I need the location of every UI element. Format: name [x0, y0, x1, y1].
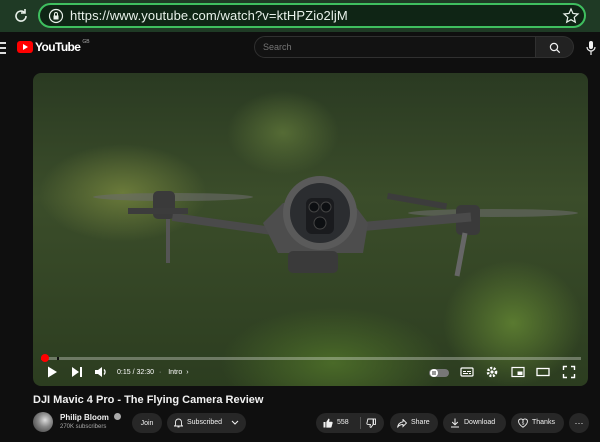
subscribed-label: Subscribed — [187, 419, 223, 426]
channel-name[interactable]: Philip Bloom — [60, 413, 109, 422]
address-bar[interactable]: https://www.youtube.com/watch?v=ktHPZio2… — [38, 3, 586, 28]
more-actions-button[interactable]: ··· — [569, 413, 589, 433]
time-display: 0:15 / 32:30 · Intro › — [117, 369, 189, 376]
share-button[interactable]: Share — [390, 413, 438, 433]
time-text: 0:15 / 32:30 — [117, 369, 154, 376]
thanks-button[interactable]: $ Thanks — [511, 413, 564, 433]
chevron-down-icon — [231, 420, 239, 425]
player-controls: 0:15 / 32:30 · Intro › — [33, 361, 588, 386]
region-code: GB — [82, 39, 90, 45]
settings-gear-icon[interactable] — [485, 365, 499, 379]
search-button[interactable] — [536, 36, 574, 58]
download-label: Download — [464, 419, 496, 426]
like-dislike-group: 558 — [316, 413, 384, 433]
download-icon — [451, 418, 459, 428]
subscribed-button[interactable]: Subscribed — [167, 413, 246, 433]
browser-toolbar: https://www.youtube.com/watch?v=ktHPZio2… — [0, 0, 600, 32]
next-icon[interactable] — [70, 365, 84, 379]
chapter-divider — [57, 357, 60, 360]
more-icon: ··· — [574, 418, 584, 428]
progress-bar[interactable] — [41, 354, 581, 362]
verified-icon — [114, 413, 122, 421]
theater-mode-icon[interactable] — [536, 365, 550, 379]
site-info-icon[interactable] — [48, 8, 64, 24]
reload-icon[interactable] — [12, 7, 30, 25]
play-icon[interactable] — [45, 365, 59, 379]
search-box[interactable] — [254, 36, 536, 58]
bookmark-star-icon[interactable] — [562, 7, 580, 25]
microphone-icon[interactable] — [586, 41, 596, 55]
join-label: Join — [140, 419, 154, 427]
logo-text: YouTube — [35, 40, 81, 54]
video-player[interactable]: 0:15 / 32:30 · Intro › — [33, 73, 588, 386]
super-thanks-icon: $ — [518, 418, 528, 428]
miniplayer-icon[interactable] — [511, 365, 525, 379]
subtitles-icon[interactable] — [460, 365, 474, 379]
search-icon — [549, 42, 561, 54]
video-frame-drone — [93, 176, 578, 277]
url-text: https://www.youtube.com/watch?v=ktHPZio2… — [70, 8, 348, 23]
download-button[interactable]: Download — [443, 413, 506, 433]
search-input[interactable] — [263, 42, 523, 52]
autoplay-toggle-icon[interactable] — [429, 368, 449, 378]
fullscreen-icon[interactable] — [562, 365, 576, 379]
like-separator — [360, 417, 361, 429]
chapter-chevron-icon[interactable]: › — [186, 369, 188, 376]
bell-icon — [174, 418, 183, 428]
youtube-play-icon — [17, 41, 33, 53]
like-thumb-icon[interactable] — [323, 418, 333, 428]
youtube-logo[interactable]: YouTube GB — [17, 39, 90, 54]
channel-name-row[interactable]: Philip Bloom — [60, 413, 122, 422]
volume-icon[interactable] — [94, 365, 108, 379]
share-label: Share — [411, 419, 430, 426]
dislike-thumb-icon[interactable] — [366, 418, 376, 428]
thanks-label: Thanks — [532, 419, 555, 426]
channel-avatar[interactable] — [33, 412, 53, 432]
share-arrow-icon — [397, 419, 407, 428]
menu-icon[interactable] — [0, 42, 6, 54]
youtube-header: YouTube GB — [0, 32, 600, 62]
svg-text:$: $ — [522, 421, 525, 426]
video-title: DJI Mavic 4 Pro - The Flying Camera Revi… — [33, 394, 264, 406]
subscriber-count: 270K subscribers — [60, 424, 107, 430]
join-button[interactable]: Join — [132, 413, 162, 433]
chapter-label[interactable]: Intro — [168, 369, 182, 376]
like-count[interactable]: 558 — [337, 419, 349, 426]
